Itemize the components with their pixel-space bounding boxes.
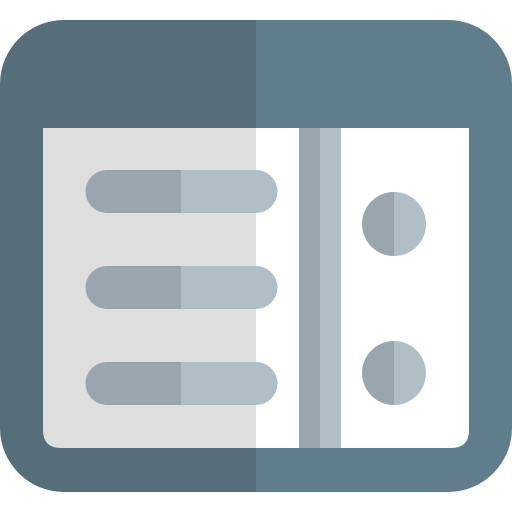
side-dot xyxy=(362,341,426,405)
side-dot xyxy=(362,192,426,256)
icon-canvas xyxy=(0,0,512,512)
list-item-bar xyxy=(85,362,278,405)
panel-divider xyxy=(299,128,341,448)
list-item-bar xyxy=(85,170,278,213)
list-item-bar-dark xyxy=(85,266,181,309)
list-item-bar-dark xyxy=(85,170,181,213)
list-item-bar xyxy=(85,266,278,309)
list-items xyxy=(85,170,278,405)
divider-dark-stripe xyxy=(299,128,320,448)
sidebar-layout-icon xyxy=(0,20,512,492)
list-item-bar-light xyxy=(181,170,278,213)
side-panel xyxy=(256,128,469,448)
divider-light-stripe xyxy=(320,128,341,448)
list-item-bar-light xyxy=(181,362,278,405)
list-item-bar-dark xyxy=(85,362,181,405)
list-item-bar-light xyxy=(181,266,278,309)
